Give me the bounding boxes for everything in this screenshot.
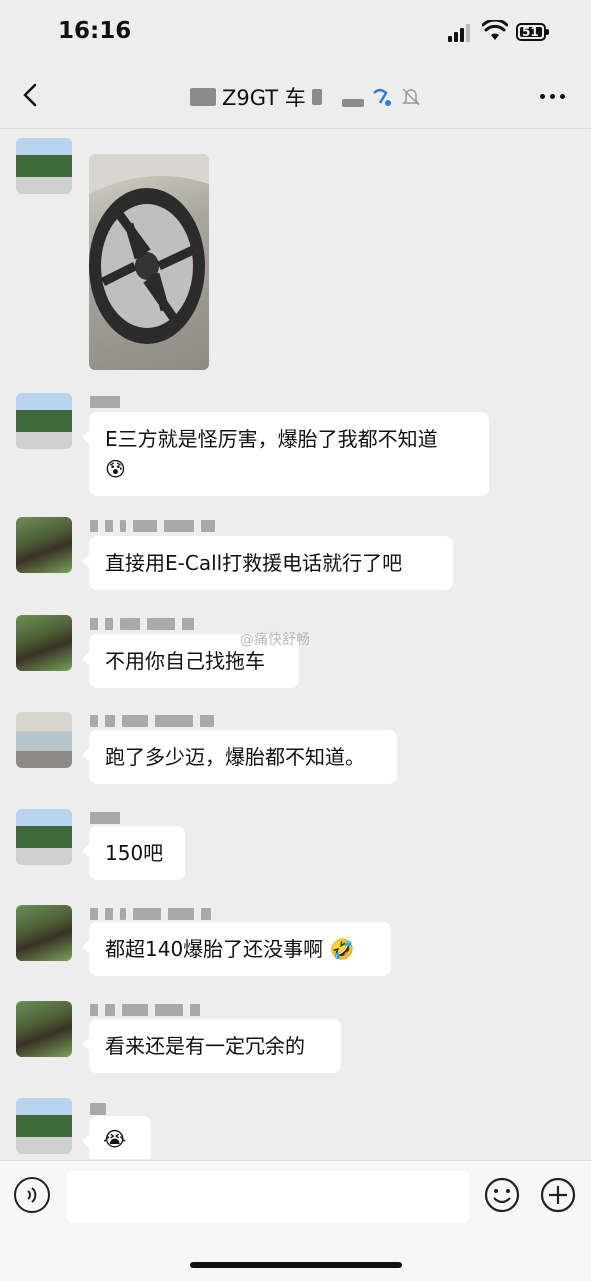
message-input[interactable] [66, 1171, 470, 1223]
sender-name [90, 519, 215, 533]
message-bubble[interactable]: 😭 [82, 1116, 151, 1159]
sender-name [90, 811, 120, 825]
redacted-block [311, 89, 322, 105]
voice-input-icon[interactable] [14, 1177, 50, 1213]
message-text: 不用你自己找拖车 [105, 649, 265, 673]
message-text: 跑了多少迈，爆胎都不知道。 [105, 745, 365, 769]
buffalo-avatar[interactable] [16, 1001, 72, 1057]
chat-messages[interactable]: E三方就是怪厉害，爆胎了我都不知道 😰 直接用E-Call打救援电话就行了吧 不… [0, 129, 591, 1159]
message-text: 都超140爆胎了还没事啊 [105, 937, 324, 961]
mountain-avatar[interactable] [16, 809, 72, 865]
message-bubble[interactable]: 150吧 [82, 826, 185, 880]
wifi-icon [482, 20, 508, 40]
message-text: 直接用E-Call打救援电话就行了吧 [105, 551, 403, 575]
message-bubble[interactable]: 看来还是有一定冗余的 [82, 1019, 341, 1073]
battery-icon: 51 [516, 23, 549, 41]
message-text: E三方就是怪厉害，爆胎了我都不知道 [105, 427, 438, 451]
mountain-avatar[interactable] [16, 1098, 72, 1154]
message-bubble[interactable]: 直接用E-Call打救援电话就行了吧 [82, 536, 453, 590]
sender-name [90, 907, 211, 921]
tire-photo [89, 154, 209, 344]
mountain-avatar[interactable] [16, 138, 72, 194]
chat-title-text: Z9GT 车 [222, 86, 306, 110]
buffalo-avatar[interactable] [16, 905, 72, 961]
mute-bell-icon [401, 88, 420, 106]
mountain-avatar[interactable] [16, 393, 72, 449]
chat-title[interactable]: Z9GT 车 [190, 82, 422, 112]
home-indicator [190, 1262, 402, 1268]
sender-name [90, 1102, 106, 1116]
back-chevron-icon[interactable] [20, 82, 42, 108]
sender-name [90, 714, 214, 728]
status-time: 16:16 [58, 18, 132, 44]
redacted-block [341, 99, 364, 107]
message-text: 150吧 [105, 841, 164, 865]
buffalo-avatar[interactable] [16, 517, 72, 573]
sender-name [90, 1003, 200, 1017]
message-text: 看来还是有一定冗余的 [105, 1034, 305, 1058]
watermark: @痛快舒畅 [240, 632, 310, 648]
battery-level: 51 [522, 25, 539, 39]
rolling-laughing-emoji-icon: 🤣 [329, 937, 355, 961]
chat-header: Z9GT 车 [0, 64, 591, 129]
redacted-block [190, 88, 216, 106]
sender-name [90, 617, 194, 631]
add-icon[interactable] [540, 1177, 576, 1213]
cellular-signal-icon [448, 24, 474, 42]
buffalo-avatar[interactable] [16, 615, 72, 671]
sender-name [90, 395, 120, 409]
cold-sweat-emoji-icon: 😰 [105, 457, 126, 481]
more-options-icon[interactable] [540, 94, 568, 102]
message-bubble[interactable]: 都超140爆胎了还没事啊 🤣 [82, 922, 391, 976]
message-bubble[interactable]: E三方就是怪厉害，爆胎了我都不知道 😰 [82, 412, 489, 496]
status-bar: 16:16 51 [0, 0, 591, 64]
emoji-icon[interactable] [484, 1177, 520, 1213]
tire-photo-message[interactable] [89, 154, 209, 370]
crying-emoji-icon: 😭 [103, 1127, 127, 1151]
message-bubble[interactable]: 跑了多少迈，爆胎都不知道。 [82, 730, 397, 784]
bowl-avatar[interactable] [16, 712, 72, 768]
group-assistant-icon [372, 88, 391, 106]
